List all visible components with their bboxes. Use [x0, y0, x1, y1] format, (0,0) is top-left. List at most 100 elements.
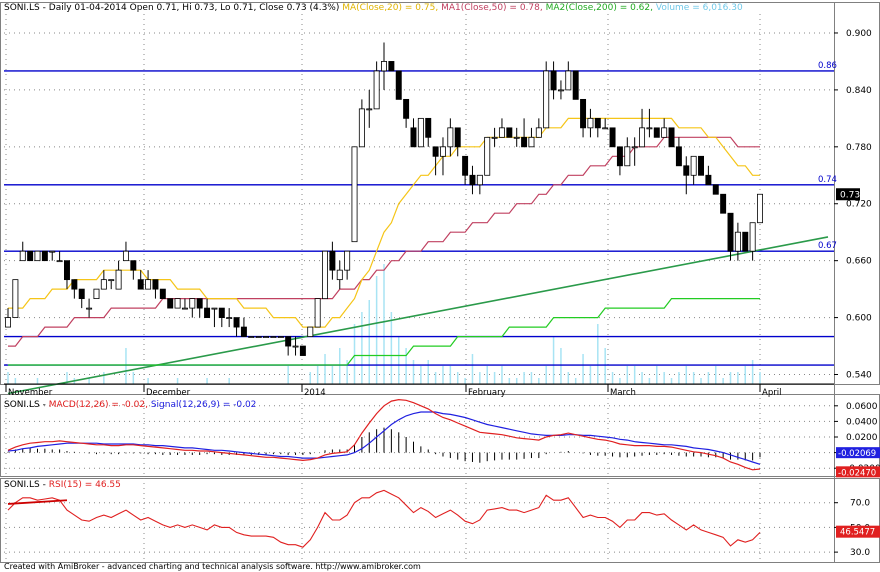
month-label: November	[8, 388, 53, 398]
candle-body	[358, 108, 365, 148]
candle-body	[137, 279, 144, 290]
candle-body	[174, 298, 181, 309]
signal-last-label: -0.02470	[838, 468, 876, 478]
volume-bar	[7, 372, 9, 384]
price-tick-label: 0.540	[846, 371, 872, 381]
candle-body	[454, 127, 461, 148]
volume-bar	[368, 300, 371, 384]
candle-body	[49, 250, 56, 253]
candle-body	[698, 155, 704, 176]
volume-bar	[737, 372, 739, 384]
candle-body	[462, 155, 469, 176]
candle-body	[86, 307, 93, 310]
volume-bar	[493, 372, 496, 384]
candle-body	[631, 146, 638, 149]
volume-bar	[324, 354, 326, 384]
candle-body	[130, 260, 137, 271]
candle-body	[572, 70, 579, 100]
candle-body	[351, 146, 358, 243]
volume-bar	[751, 360, 754, 384]
candle-body	[580, 98, 587, 129]
candle-body	[93, 288, 100, 300]
candle-body	[498, 127, 505, 138]
volume-bar	[228, 378, 230, 384]
candle-body	[683, 165, 690, 176]
volume-bar	[597, 324, 599, 384]
price-header: SONI.LS - Daily 01-04-2014 Open 0.71, Hi…	[4, 3, 743, 13]
volume-bar	[656, 366, 658, 384]
candle-body	[661, 127, 668, 138]
month-label: March	[610, 388, 636, 398]
rsi-line	[7, 489, 761, 548]
volume-bar	[383, 264, 385, 384]
volume-bar	[125, 348, 127, 384]
candle-body	[439, 146, 446, 157]
volume-bar	[552, 336, 555, 384]
price-tick-label: 0.780	[846, 143, 872, 153]
candle-body	[410, 127, 417, 148]
volume-bar	[14, 378, 17, 384]
volume-bar	[707, 372, 710, 384]
candle-body	[528, 136, 535, 148]
price-tick-label: 0.720	[846, 200, 872, 210]
volume-bar	[479, 372, 481, 384]
candle-body	[56, 260, 63, 263]
candle-body	[757, 193, 763, 224]
candle-body	[366, 108, 373, 111]
candle-body	[204, 307, 211, 318]
candle-body	[100, 279, 107, 290]
grid-lines	[4, 14, 834, 562]
rsi-tick-label: 30.0	[850, 548, 870, 558]
volume-bar	[545, 366, 547, 384]
candle-body	[690, 155, 697, 176]
volume-bar	[663, 372, 665, 384]
volume-bar	[147, 378, 149, 384]
candle-body	[78, 288, 85, 300]
volume-bar	[574, 378, 577, 384]
volume-bar	[715, 366, 717, 384]
candle-body	[513, 136, 520, 139]
candle-body	[5, 317, 11, 328]
candle-body	[196, 298, 203, 309]
volume-bar	[648, 378, 651, 384]
candle-body	[263, 336, 270, 338]
candle-body	[425, 117, 432, 138]
rsi-header: SONI.LS - RSI(15) = 46.55	[4, 480, 121, 490]
candle-body	[270, 336, 277, 338]
footer-credit: Created with AmiBroker - advanced charti…	[4, 562, 421, 571]
rsi-tick-label: 70.0	[850, 499, 870, 509]
candle-body	[255, 336, 262, 338]
candle-body	[122, 250, 129, 262]
candle-body	[727, 212, 734, 252]
volume-bar	[515, 378, 518, 384]
candle-body	[108, 279, 115, 282]
volume-bar	[641, 372, 643, 384]
volume-bar	[538, 378, 540, 384]
panel-frame-0	[0, 2, 880, 385]
macd-tick-label: 0.0200	[846, 433, 878, 443]
macd-header: SONI.LS - MACD(12,26) = -0.02, Signal(12…	[4, 400, 256, 410]
volume-bar	[405, 348, 407, 384]
indicator-lines	[7, 117, 829, 548]
volume-bar	[390, 312, 393, 384]
macd-tick-label: 0.0400	[846, 417, 878, 427]
month-label: December	[146, 388, 191, 398]
month-label: April	[762, 388, 781, 398]
volume-bar	[361, 312, 363, 384]
volume-bar	[331, 366, 334, 384]
macd-last-label: -0.02069	[838, 449, 876, 459]
volume-bar	[744, 366, 747, 384]
candle-body	[587, 117, 594, 129]
candle-body	[535, 127, 542, 138]
volume-bar	[619, 378, 621, 384]
candle-body	[19, 250, 26, 262]
candle-body	[211, 307, 218, 310]
candle-body	[484, 136, 491, 176]
volume-bar	[670, 378, 673, 384]
candle-body	[181, 307, 188, 310]
candle-body	[189, 298, 196, 309]
candle-body	[720, 193, 727, 214]
candle-body	[115, 269, 122, 290]
candle-body	[565, 70, 572, 91]
candle-body	[742, 231, 749, 252]
